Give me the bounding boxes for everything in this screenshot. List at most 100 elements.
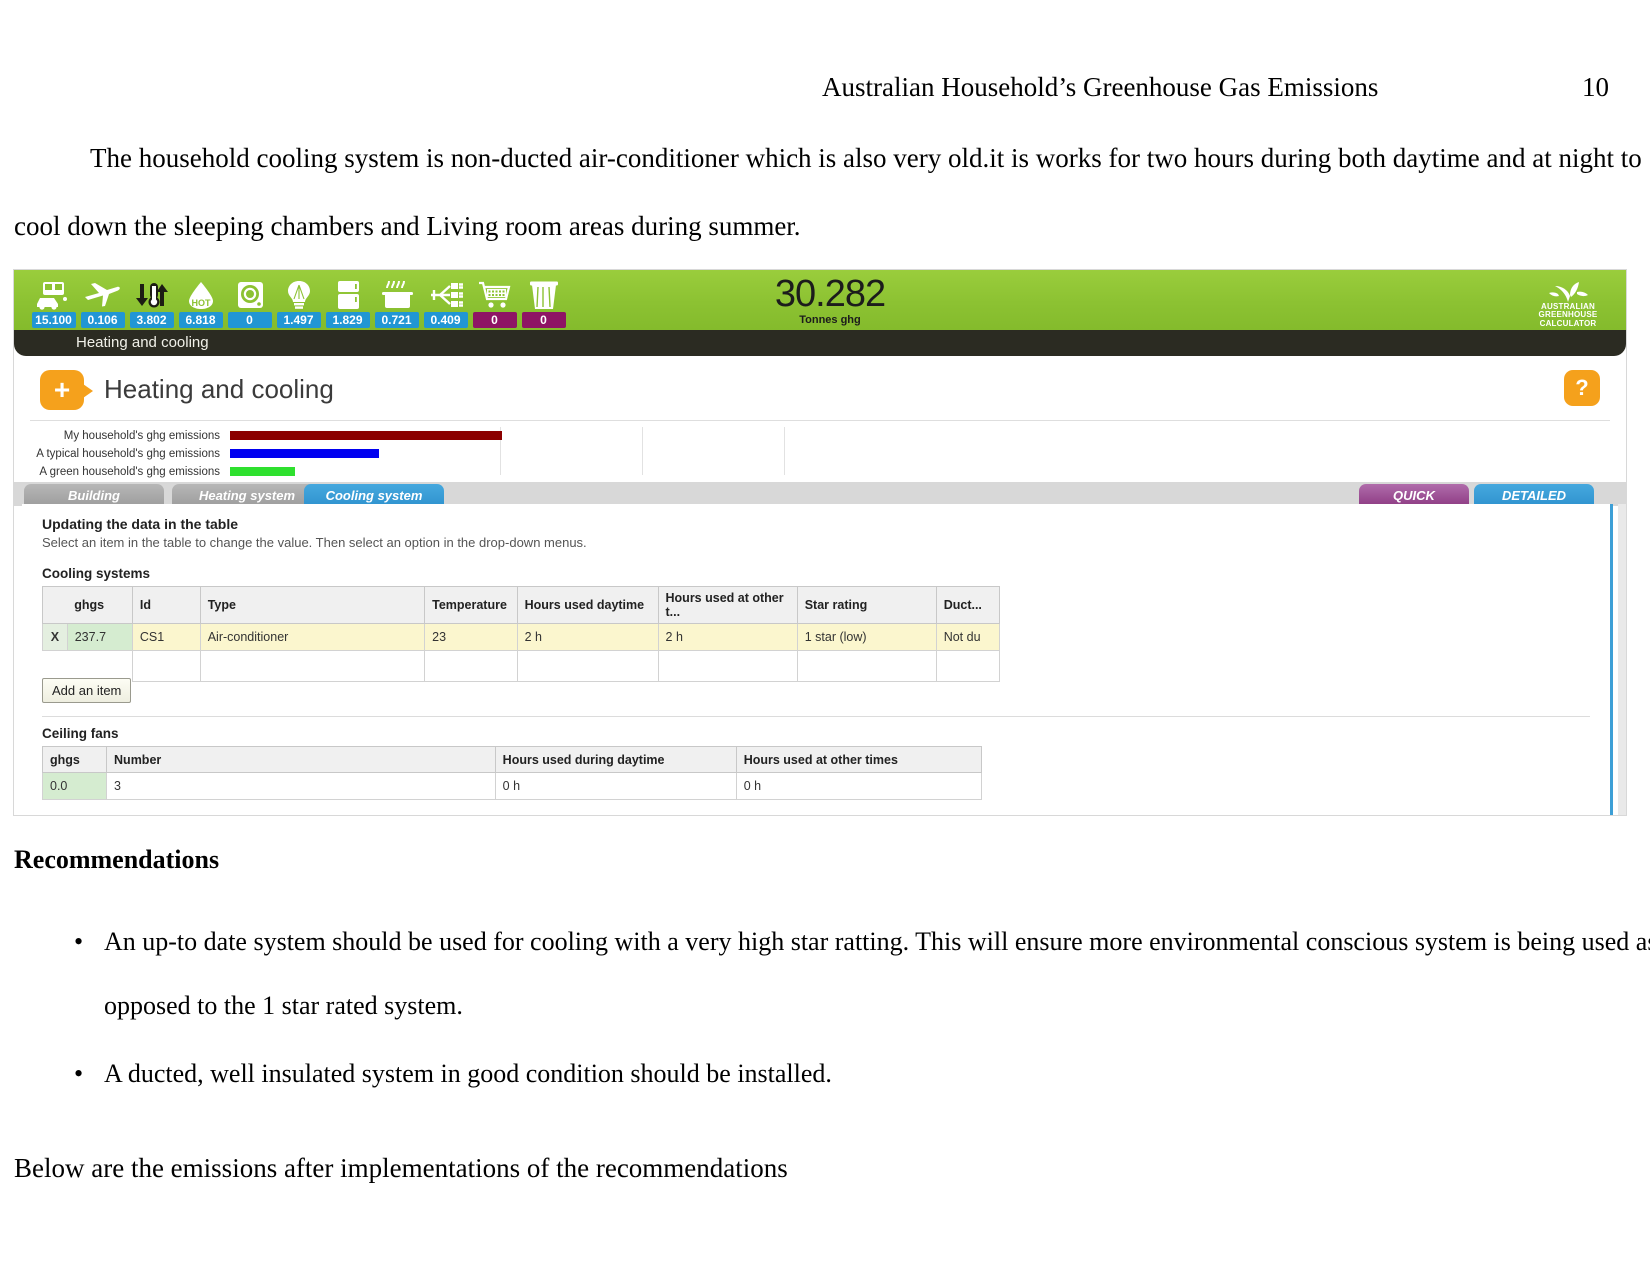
table-header-row: ghgs Number Hours used during daytime Ho… — [41, 746, 983, 773]
tab-building[interactable]: Building — [24, 484, 164, 506]
delete-row-button[interactable]: X — [42, 623, 68, 651]
chart-gridline — [642, 427, 643, 475]
australian-greenhouse-calculator-logo: AUSTRALIAN GREENHOUSE CALCULATOR — [1524, 272, 1612, 328]
category-waste[interactable]: 0 — [520, 278, 567, 328]
category-heating-cooling[interactable]: 3.802 — [128, 278, 175, 328]
add-an-item-button[interactable]: Add an item — [42, 678, 132, 703]
col-fan-ghgs[interactable]: ghgs — [41, 746, 108, 773]
cooling-systems-table: ghgs Id Type Temperature Hours used dayt… — [42, 586, 1001, 682]
chart-label: A green household's ghg emissions — [39, 465, 220, 478]
chart-row-typical-household: A typical household's ghg emissions — [30, 445, 379, 462]
bus-car-transport-icon — [32, 278, 76, 312]
appliances-plug-icon — [424, 278, 468, 312]
cell-hours-other[interactable]: 2 h — [657, 623, 798, 651]
table-empty-row — [43, 650, 1001, 682]
col-fan-hours-other[interactable]: Hours used at other times — [735, 746, 983, 773]
category-shopping[interactable]: 0 — [471, 278, 518, 328]
category-value-waste: 0 — [521, 312, 566, 328]
chart-row-green-household: A green household's ghg emissions — [30, 463, 295, 480]
cell-star-rating[interactable]: 1 star (low) — [796, 623, 937, 651]
cell-hours-daytime[interactable]: 2 h — [516, 623, 659, 651]
col-ducted[interactable]: Duct... — [935, 586, 1001, 624]
chart-label: My household's ghg emissions — [63, 429, 220, 442]
waste-bin-icon — [522, 278, 566, 312]
table-row[interactable]: 0.0 3 0 h 0 h — [41, 772, 983, 800]
instruction-text: Select an item in the table to change th… — [42, 535, 587, 550]
category-flights[interactable]: 0.106 — [79, 278, 126, 328]
col-id[interactable]: Id — [131, 586, 201, 624]
table-row[interactable]: X 237.7 CS1 Air-conditioner 23 2 h 2 h 1… — [42, 623, 1001, 651]
body-paragraph-1: The household cooling system is non-duct… — [14, 143, 1642, 241]
category-value-flights: 0.106 — [80, 312, 125, 328]
cooling-system-panel: Updating the data in the table Select an… — [22, 504, 1613, 815]
page-number: 10 — [1582, 72, 1609, 102]
thermometer-icon — [130, 278, 174, 312]
total-emissions-unit: Tonnes ghg — [799, 314, 861, 326]
category-cooking[interactable]: 0.721 — [373, 278, 420, 328]
tab-cooling-system[interactable]: Cooling system — [304, 484, 444, 506]
category-appliances[interactable]: 0.409 — [422, 278, 469, 328]
category-value-laundry: 0 — [227, 312, 272, 328]
tab-bar: Building Heating system Cooling system Q… — [14, 482, 1626, 506]
recommendations-heading: Recommendations — [14, 845, 220, 874]
col-fan-hours-daytime[interactable]: Hours used during daytime — [494, 746, 737, 773]
cell-id[interactable]: CS1 — [131, 623, 201, 651]
category-refrigeration[interactable]: 1.829 — [324, 278, 371, 328]
category-icon-strip: 15.100 0.106 3.802 HOT 6.818 0 1.497 1.8… — [30, 272, 569, 328]
calculator-top-bar: 15.100 0.106 3.802 HOT 6.818 0 1.497 1.8… — [14, 270, 1626, 330]
cell-fan-number[interactable]: 3 — [106, 772, 496, 800]
cell-ghgs: 237.7 — [66, 623, 133, 651]
category-transport[interactable]: 15.100 — [30, 278, 77, 328]
refrigerator-icon — [326, 278, 370, 312]
panel-scrollbar[interactable] — [1618, 504, 1626, 815]
table-header-row: ghgs Id Type Temperature Hours used dayt… — [42, 586, 1001, 624]
section-card: + Heating and cooling ? My household's g… — [22, 358, 1618, 480]
cell-type[interactable]: Air-conditioner — [199, 623, 426, 651]
list-item: A ducted, well insulated system in good … — [74, 1042, 1650, 1106]
col-fan-number[interactable]: Number — [106, 746, 496, 773]
emissions-comparison-chart: My household's ghg emissions A typical h… — [30, 420, 1610, 479]
ceiling-fans-label: Ceiling fans — [42, 726, 119, 741]
greenhouse-calculator-screenshot: 15.100 0.106 3.802 HOT 6.818 0 1.497 1.8… — [14, 270, 1626, 815]
airplane-icon — [81, 278, 125, 312]
cell-ducted[interactable]: Not du — [935, 623, 1001, 651]
col-type[interactable]: Type — [199, 586, 426, 624]
col-star-rating[interactable]: Star rating — [796, 586, 937, 624]
shopping-trolley-icon — [473, 278, 517, 312]
total-emissions-value: 30.282 — [774, 273, 886, 315]
category-hot-water[interactable]: HOT 6.818 — [177, 278, 224, 328]
chart-bar-my-household — [230, 431, 502, 440]
category-value-transport: 15.100 — [31, 312, 76, 328]
ceiling-fans-table: ghgs Number Hours used during daytime Ho… — [41, 746, 983, 800]
category-lighting[interactable]: 1.497 — [275, 278, 322, 328]
tab-quick[interactable]: QUICK — [1359, 484, 1469, 506]
instruction-title: Updating the data in the table — [42, 516, 239, 532]
category-value-hot-water: 6.818 — [178, 312, 223, 328]
col-temperature[interactable]: Temperature — [424, 586, 518, 624]
logo-line-3: CALCULATOR — [1539, 318, 1597, 328]
col-ghgs[interactable]: ghgs — [67, 586, 133, 624]
chart-bar-green-household — [230, 467, 295, 476]
col-hours-other[interactable]: Hours used at other t... — [657, 586, 798, 624]
category-laundry[interactable]: 0 — [226, 278, 273, 328]
col-hours-daytime[interactable]: Hours used daytime — [516, 586, 659, 624]
washing-machine-icon — [228, 278, 272, 312]
breadcrumb-bar: Heating and cooling — [14, 330, 1626, 356]
list-item: An up-to date system should be used for … — [74, 910, 1650, 1038]
cooking-pot-icon — [375, 278, 419, 312]
cell-fan-hours-daytime[interactable]: 0 h — [494, 772, 737, 800]
cell-fan-ghgs: 0.0 — [41, 772, 108, 800]
category-value-shopping: 0 — [472, 312, 517, 328]
breadcrumb-current: Heating and cooling — [76, 334, 209, 351]
help-button[interactable]: ? — [1564, 370, 1600, 406]
section-title: Heating and cooling — [104, 374, 334, 404]
tab-heating-system[interactable]: Heating system — [172, 484, 322, 506]
category-value-appliances: 0.409 — [423, 312, 468, 328]
svg-text:HOT: HOT — [191, 298, 211, 308]
closing-line: Below are the emissions after implementa… — [14, 1153, 788, 1183]
expand-section-button[interactable]: + — [40, 370, 93, 410]
cell-temperature[interactable]: 23 — [424, 623, 518, 651]
col-delete — [42, 586, 68, 624]
cell-fan-hours-other[interactable]: 0 h — [735, 772, 983, 800]
tab-detailed[interactable]: DETAILED — [1474, 484, 1594, 506]
